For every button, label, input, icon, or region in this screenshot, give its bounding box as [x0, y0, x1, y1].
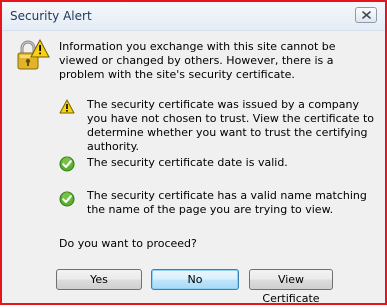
- lock-warning-icon: [17, 38, 50, 70]
- window-title: Security Alert: [10, 9, 92, 23]
- close-button[interactable]: [355, 7, 377, 23]
- no-button[interactable]: No: [151, 269, 239, 290]
- security-alert-dialog: Security Alert Information you exchange …: [0, 0, 387, 305]
- name-valid-item-text: The security certificate has a valid nam…: [87, 189, 367, 216]
- warning-item-text: The security certificate was issued by a…: [87, 98, 374, 153]
- check-icon: [59, 191, 75, 207]
- yes-button[interactable]: Yes: [56, 269, 142, 290]
- proceed-question: Do you want to proceed?: [59, 237, 197, 250]
- intro-text: Information you exchange with this site …: [59, 40, 336, 81]
- view-certificate-button[interactable]: View Certificate: [249, 269, 333, 305]
- dialog-body: Information you exchange with this site …: [2, 31, 385, 305]
- date-valid-item-text: The security certificate date is valid.: [87, 156, 288, 169]
- title-bar[interactable]: Security Alert: [2, 2, 385, 31]
- close-icon: [362, 11, 371, 19]
- warning-icon: [59, 99, 75, 114]
- check-icon: [59, 156, 75, 172]
